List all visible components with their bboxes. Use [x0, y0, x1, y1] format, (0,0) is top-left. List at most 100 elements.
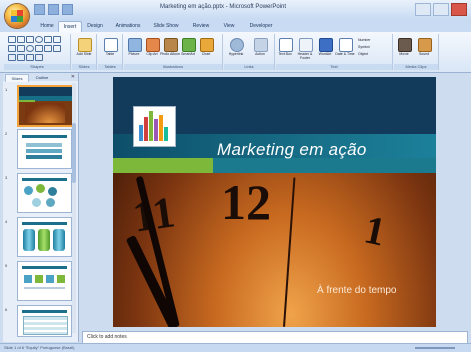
scrollbar-thumb[interactable]	[72, 123, 76, 183]
photo-album-icon[interactable]	[164, 38, 178, 52]
picture-icon[interactable]	[128, 38, 142, 52]
minimize-button[interactable]	[415, 3, 431, 16]
clock-numeral-12: 12	[221, 174, 271, 230]
window-controls	[415, 3, 467, 16]
add-slide-label: Add Slide	[76, 52, 92, 56]
tab-review[interactable]: Review	[188, 21, 214, 32]
close-button[interactable]	[451, 3, 467, 16]
slide-accent-green	[113, 158, 213, 173]
redo-icon[interactable]	[62, 4, 73, 15]
slide-canvas[interactable]: Marketing em ação 11 12 1 À frente do te…	[113, 77, 436, 327]
symbol-button[interactable]: Symbol	[358, 45, 378, 49]
table-icon[interactable]	[104, 38, 118, 52]
slide-thumbnail-2[interactable]	[17, 129, 72, 169]
slide-thumbnail-4[interactable]	[17, 217, 72, 257]
group-shapes: Shapes	[4, 34, 71, 70]
shape-flowchart-icon[interactable]	[53, 45, 61, 52]
action-label: Action	[255, 52, 265, 56]
object-button[interactable]: Object	[358, 52, 378, 56]
table-label: Table	[105, 52, 115, 56]
shape-scribble-icon[interactable]	[8, 54, 16, 61]
shape-triangle-icon[interactable]	[44, 36, 52, 43]
shape-banner-icon[interactable]	[17, 54, 25, 61]
photo-album-label: Photo Album	[160, 52, 180, 56]
header-footer-icon[interactable]	[299, 38, 313, 52]
slide-chart-logo-icon	[133, 106, 176, 147]
clock-numeral-1: 1	[360, 206, 390, 255]
slides-pane: Slides Outline ✕ 1 2 3 4 5 6	[3, 73, 79, 342]
shape-arrow-icon[interactable]	[17, 36, 25, 43]
slide-accent-teal	[213, 158, 436, 173]
action-icon[interactable]	[254, 38, 268, 52]
group-label-media: Media Clips	[394, 64, 438, 70]
slide-thumbnail-5[interactable]	[17, 261, 72, 301]
shape-action-icon[interactable]	[35, 54, 43, 61]
chart-icon[interactable]	[200, 38, 214, 52]
group-label-slides: Slides	[72, 64, 96, 70]
slide-thumbnail-3[interactable]	[17, 173, 72, 213]
group-media: Movie Sound Media Clips	[394, 34, 439, 70]
thumb-number: 5	[5, 263, 8, 268]
ribbon: Shapes Add Slide Slides Table Tables Pic…	[0, 32, 471, 73]
shape-equation-icon[interactable]	[26, 54, 34, 61]
group-label-shapes: Shapes	[4, 64, 70, 70]
clock-second-hand	[283, 177, 296, 327]
text-box-icon[interactable]	[279, 38, 293, 52]
notes-placeholder: Click to add notes	[87, 334, 127, 340]
add-slide-icon[interactable]	[78, 38, 92, 52]
shape-star-icon[interactable]	[53, 36, 61, 43]
thumb-number: 3	[5, 175, 8, 180]
save-icon[interactable]	[34, 4, 45, 15]
shape-line-icon[interactable]	[8, 36, 16, 43]
shape-circle-icon[interactable]	[26, 45, 34, 52]
date-time-label: Date & Time	[335, 52, 355, 56]
tab-design[interactable]: Design	[82, 21, 108, 32]
clip-art-icon[interactable]	[146, 38, 160, 52]
tab-view[interactable]: View	[218, 21, 240, 32]
slide-thumbnail-6[interactable]	[17, 305, 72, 337]
hyperlink-icon[interactable]	[230, 38, 244, 52]
sound-icon[interactable]	[418, 38, 432, 52]
shape-block-arrow-icon[interactable]	[44, 45, 52, 52]
tab-home[interactable]: Home	[36, 21, 58, 32]
tab-slide-show[interactable]: Slide Show	[148, 21, 184, 32]
movie-label: Movie	[399, 52, 409, 56]
slide-title[interactable]: Marketing em ação	[217, 140, 367, 160]
group-label-tables: Tables	[98, 64, 122, 70]
status-slide-info: Slide 1 of 6 "Equity" Portuguese (Brazil…	[4, 345, 75, 350]
slide-thumbnail-1[interactable]	[17, 85, 74, 127]
shape-curve-icon[interactable]	[8, 45, 16, 52]
smartart-icon[interactable]	[182, 38, 196, 52]
tab-animations[interactable]: Animations	[110, 21, 146, 32]
slides-pane-scrollbar[interactable]	[72, 83, 76, 333]
tab-developer[interactable]: Developer	[244, 21, 278, 32]
slide-subtitle[interactable]: À frente do tempo	[317, 285, 397, 296]
sound-label: Sound	[418, 52, 430, 56]
undo-icon[interactable]	[48, 4, 59, 15]
shape-rectangle-icon[interactable]	[26, 36, 34, 43]
close-pane-icon[interactable]: ✕	[71, 74, 75, 80]
group-label-text: Text	[276, 64, 392, 70]
tab-outline[interactable]: Outline	[29, 74, 55, 81]
zoom-slider[interactable]	[415, 347, 455, 349]
group-slides: Add Slide Slides	[72, 34, 97, 70]
window-title: Marketing em ação.pptx - Microsoft Power…	[160, 4, 287, 10]
number-button[interactable]: Number	[358, 38, 378, 42]
thumb-number: 1	[5, 87, 8, 92]
thumb-number: 2	[5, 131, 8, 136]
tab-slides[interactable]: Slides	[5, 74, 29, 82]
group-label-links: Links	[224, 64, 274, 70]
date-time-icon[interactable]	[339, 38, 353, 52]
maximize-button[interactable]	[433, 3, 449, 16]
header-footer-label: Header & Footer	[297, 52, 313, 60]
shape-oval-icon[interactable]	[35, 36, 43, 43]
wordart-icon[interactable]	[319, 38, 333, 52]
group-links: Hyperlink Action Links	[224, 34, 275, 70]
movie-icon[interactable]	[398, 38, 412, 52]
clip-art-label: Clip Art	[146, 52, 158, 56]
shape-brace-icon[interactable]	[35, 45, 43, 52]
shape-callout-icon[interactable]	[17, 45, 25, 52]
smartart-label: SmartArt	[181, 52, 195, 56]
wordart-label: WordArt	[318, 52, 332, 56]
office-button[interactable]	[5, 4, 29, 28]
